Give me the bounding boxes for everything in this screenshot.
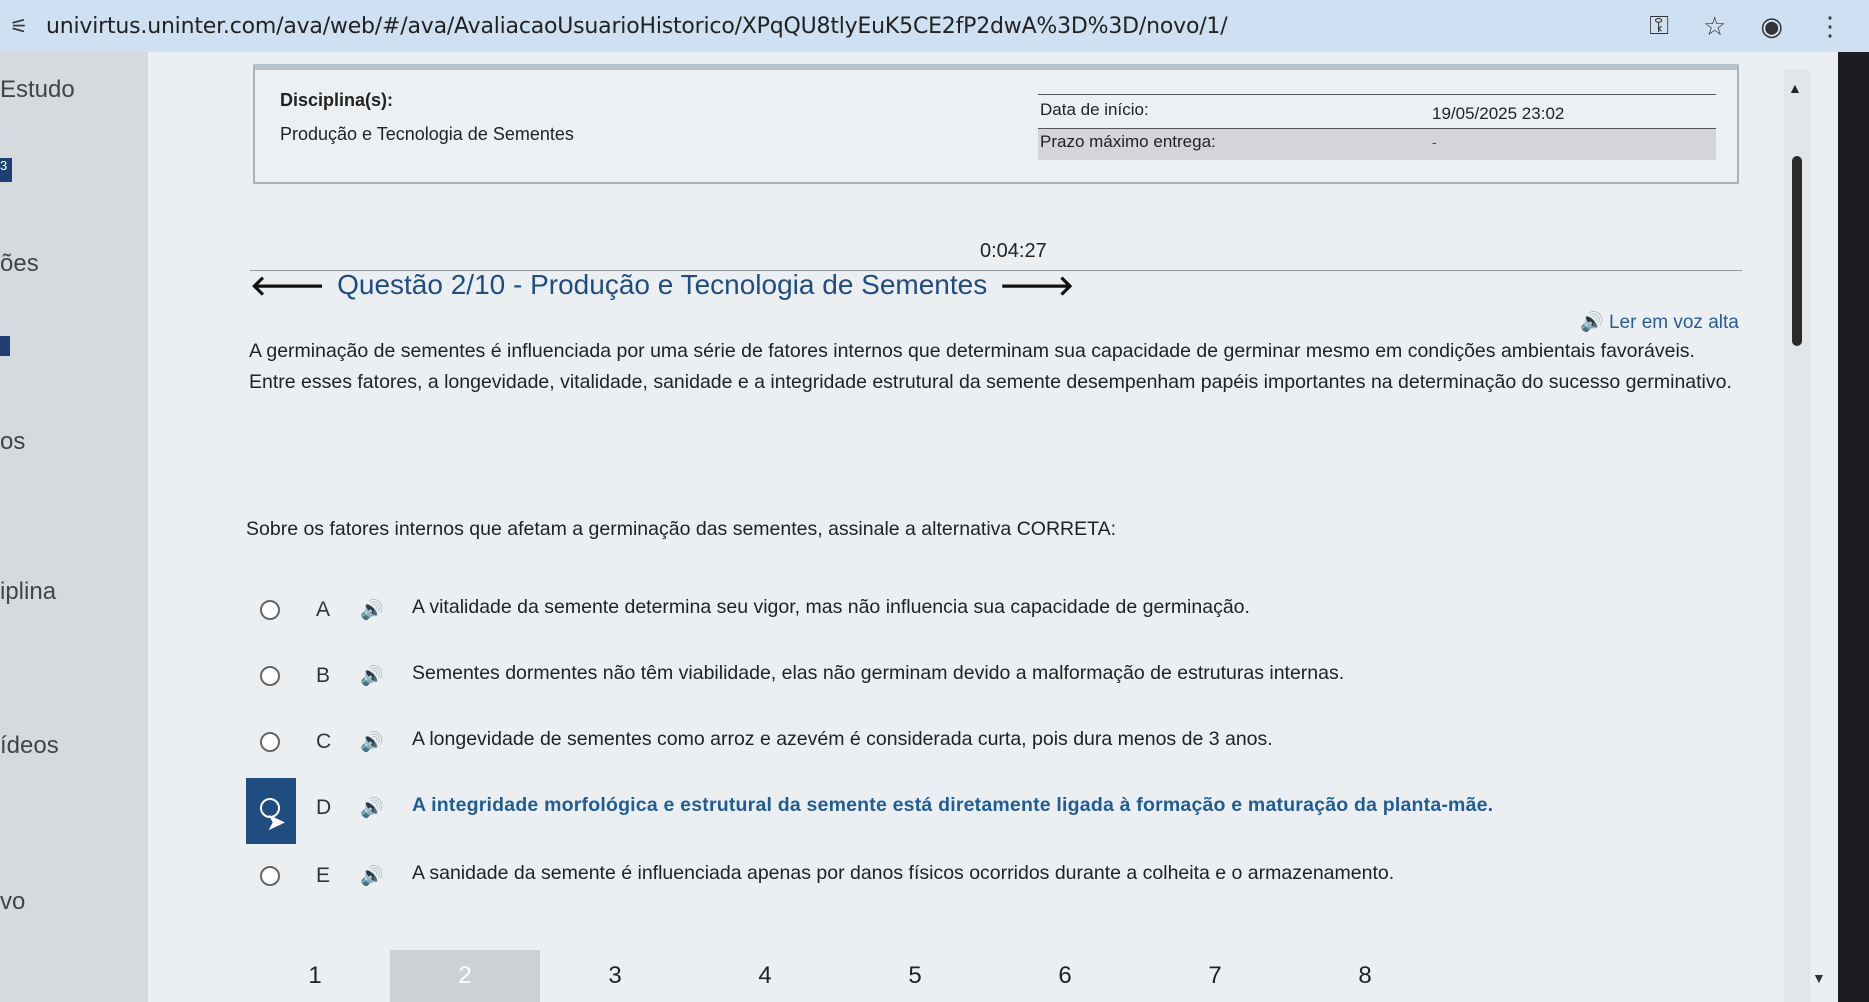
read-aloud-label: Ler em voz alta — [1608, 312, 1739, 333]
due-date-value: - — [1432, 134, 1437, 150]
page-button-8[interactable]: 8 — [1290, 950, 1440, 1002]
question-prompt: Sobre os fatores internos que afetam a g… — [246, 518, 1116, 540]
radio-button[interactable] — [260, 666, 280, 686]
sidebar-item-questoes[interactable]: ões — [0, 250, 39, 278]
speaker-icon[interactable]: 🔊 — [360, 864, 384, 888]
option-a[interactable]: A 🔊 A vitalidade da semente determina se… — [246, 580, 1646, 640]
due-date-label: Prazo máximo entrega: — [1040, 132, 1216, 151]
page-button-7[interactable]: 7 — [1140, 950, 1290, 1002]
page-button-3[interactable]: 3 — [540, 950, 690, 1002]
sidebar-item-videos[interactable]: ídeos — [0, 732, 59, 760]
browser-address-bar: ⚟ univirtus.uninter.com/ava/web/#/ava/Av… — [0, 0, 1869, 52]
next-question-arrow-icon[interactable]: 🡒 — [999, 268, 1074, 302]
option-text[interactable]: A vitalidade da semente determina seu vi… — [412, 596, 1250, 619]
discipline-label: Disciplina(s): — [280, 90, 394, 110]
speaker-icon[interactable]: 🔊 — [360, 730, 384, 754]
question-header: 🡐 Questão 2/10 - Produção e Tecnologia d… — [250, 268, 1074, 302]
option-letter: A — [316, 598, 331, 621]
screen-edge — [1838, 52, 1869, 1002]
countdown-timer: 0:04:27 — [980, 240, 1047, 262]
table-divider — [1038, 94, 1716, 95]
option-text[interactable]: A integridade morfológica e estrutural d… — [412, 794, 1493, 817]
radio-button[interactable] — [260, 866, 280, 886]
scrollbar-thumb[interactable] — [1792, 156, 1802, 346]
question-title: Questão 2/10 - Produção e Tecnologia de … — [337, 269, 988, 300]
page-button-4[interactable]: 4 — [690, 950, 840, 1002]
page-button-1[interactable]: 1 — [240, 950, 390, 1002]
option-text[interactable]: A longevidade de sementes como arroz e a… — [412, 728, 1273, 751]
sidebar-item-os[interactable]: os — [0, 428, 25, 456]
page-button-2[interactable]: 2 — [390, 950, 540, 1002]
scroll-down-icon[interactable]: ▼ — [1812, 970, 1826, 986]
option-letter: B — [316, 664, 331, 687]
option-letter: C — [316, 730, 332, 753]
url-text[interactable]: univirtus.uninter.com/ava/web/#/ava/Aval… — [46, 14, 1228, 39]
profile-icon[interactable]: ◉ — [1760, 11, 1783, 42]
option-e[interactable]: E 🔊 A sanidade da semente é influenciada… — [246, 846, 1646, 906]
question-stem: A germinação de sementes é influenciada … — [249, 340, 1732, 393]
previous-question-arrow-icon[interactable]: 🡐 — [250, 268, 325, 302]
option-letter: E — [316, 864, 331, 887]
site-settings-icon[interactable]: ⚟ — [4, 11, 34, 41]
option-c[interactable]: C 🔊 A longevidade de sementes como arroz… — [246, 712, 1646, 772]
discipline-value: Produção e Tecnologia de Sementes — [280, 124, 574, 144]
start-date-label: Data de início: — [1040, 100, 1149, 119]
start-date-value: 19/05/2025 23:02 — [1432, 104, 1565, 123]
speaker-icon[interactable]: 🔊 — [360, 796, 384, 820]
sidebar-item-vo[interactable]: vo — [0, 888, 25, 916]
read-aloud-button[interactable]: 🔊 Ler em voz alta — [1580, 310, 1739, 334]
sidebar-badge: 3 — [0, 158, 12, 182]
page-button-5[interactable]: 5 — [840, 950, 990, 1002]
sidebar-indicator — [0, 336, 10, 356]
option-letter: D — [316, 796, 332, 819]
option-text[interactable]: A sanidade da semente é influenciada ape… — [412, 862, 1394, 885]
page-button-6[interactable]: 6 — [990, 950, 1140, 1002]
browser-toolbar-actions: ⚿ ☆ ◉ ⋮ — [1639, 0, 1869, 52]
radio-button[interactable] — [260, 732, 280, 752]
radio-button[interactable] — [260, 600, 280, 620]
option-text[interactable]: Sementes dormentes não têm viabilidade, … — [412, 662, 1344, 685]
option-b[interactable]: B 🔊 Sementes dormentes não têm viabilida… — [246, 646, 1646, 706]
speaker-icon[interactable]: 🔊 — [360, 664, 384, 688]
left-sidebar — [0, 52, 148, 1002]
key-icon[interactable]: ⚿ — [1649, 10, 1669, 42]
sidebar-item-estudo[interactable]: Estudo — [0, 76, 75, 104]
star-icon[interactable]: ☆ — [1703, 11, 1726, 42]
sidebar-item-disciplina[interactable]: iplina — [0, 578, 56, 606]
speaker-icon: 🔊 — [1580, 312, 1604, 333]
mouse-cursor-icon: ➤ — [266, 809, 287, 836]
more-vert-icon[interactable]: ⋮ — [1817, 11, 1843, 42]
option-d[interactable]: ➤ D 🔊 A integridade morfológica e estrut… — [246, 778, 1646, 844]
question-pager: 1 2 3 4 5 6 7 8 — [240, 950, 1440, 1002]
scroll-up-icon[interactable]: ▲ — [1788, 80, 1802, 96]
speaker-icon[interactable]: 🔊 — [360, 598, 384, 622]
